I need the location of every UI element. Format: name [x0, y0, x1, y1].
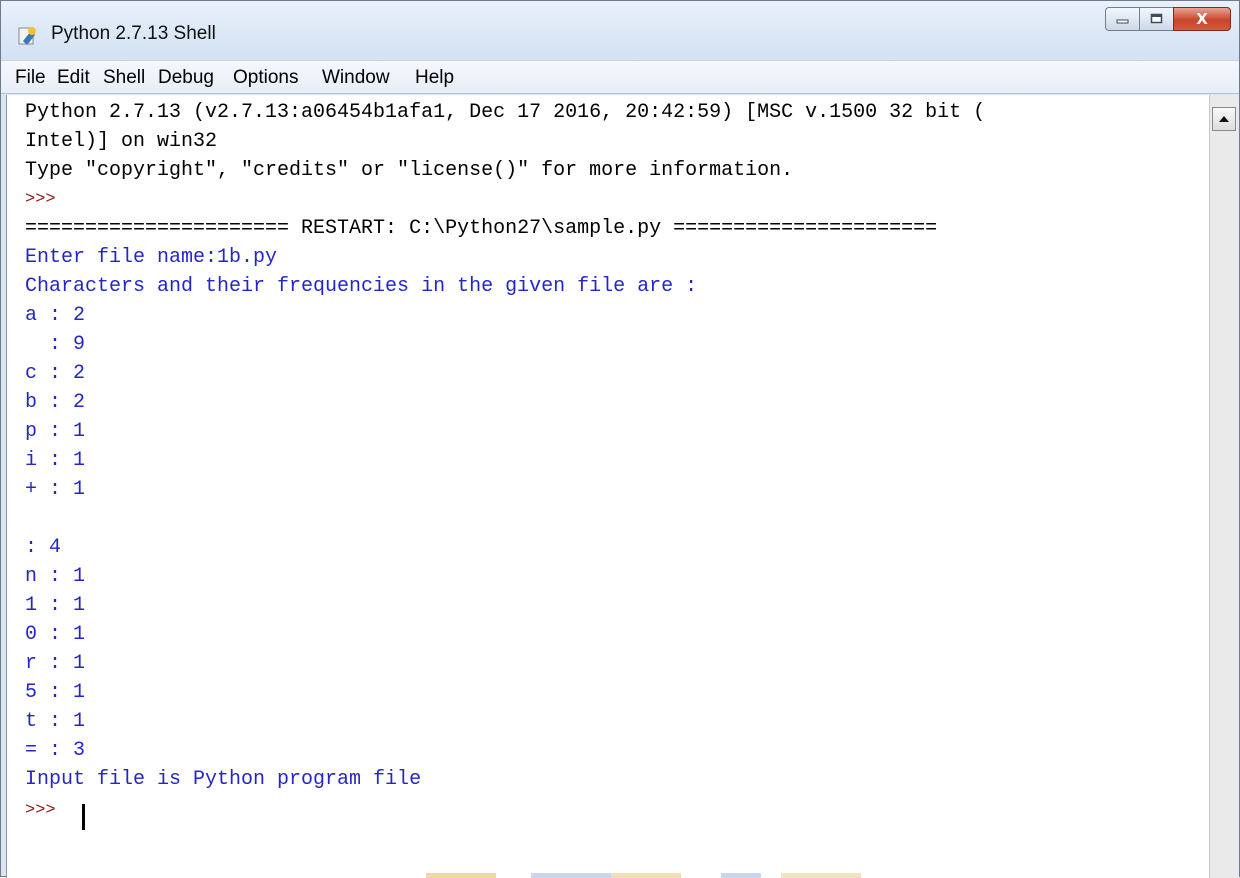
menu-edit[interactable]: Edit: [57, 67, 90, 89]
python-idle-icon: [18, 27, 36, 45]
output-line: b : 2: [25, 391, 86, 414]
close-button[interactable]: X: [1173, 7, 1231, 31]
arrow-up-icon: [1219, 116, 1229, 122]
menu-bar: File Edit Shell Debug Options Window Hel…: [1, 60, 1239, 94]
window-title: Python 2.7.13 Shell: [51, 23, 216, 44]
output-line: p : 1: [25, 420, 86, 443]
output-line: i : 1: [25, 449, 86, 472]
output-line: : 9: [25, 333, 86, 356]
menu-options[interactable]: Options: [233, 67, 298, 89]
shell-prompt: >>>: [25, 190, 66, 209]
menu-help[interactable]: Help: [415, 67, 454, 89]
output-line: Characters and their frequencies in the …: [25, 275, 698, 298]
scroll-up-button[interactable]: [1212, 107, 1236, 131]
output-line: r : 1: [25, 652, 86, 675]
output-line: : 4: [25, 536, 62, 559]
title-bar[interactable]: Python 2.7.13 Shell X: [1, 1, 1239, 59]
output-line: = : 3: [25, 739, 86, 762]
maximize-button[interactable]: [1139, 7, 1173, 31]
maximize-icon: [1150, 13, 1162, 24]
window-controls: X: [1105, 7, 1231, 33]
output-line: 0 : 1: [25, 623, 86, 646]
menu-window[interactable]: Window: [322, 67, 390, 89]
vertical-scrollbar[interactable]: [1209, 95, 1239, 878]
output-line: + : 1: [25, 478, 86, 501]
minimize-button[interactable]: [1105, 7, 1139, 31]
output-line: a : 2: [25, 304, 86, 327]
menu-debug[interactable]: Debug: [158, 67, 214, 89]
menu-file[interactable]: File: [15, 67, 46, 89]
taskbar-fragment: [611, 873, 681, 878]
shell-text-area[interactable]: Python 2.7.13 (v2.7.13:a06454b1afa1, Dec…: [6, 95, 1209, 878]
output-line: t : 1: [25, 710, 86, 733]
output-line: Enter file name:1b.py: [25, 246, 278, 269]
version-banner-line-1: Python 2.7.13 (v2.7.13:a06454b1afa1, Dec…: [25, 101, 986, 124]
close-icon: X: [1196, 10, 1208, 28]
output-line: 5 : 1: [25, 681, 86, 704]
text-cursor: [82, 804, 85, 830]
idle-shell-window: Python 2.7.13 Shell X File Edit Shell De…: [0, 0, 1240, 878]
info-banner-line: Type "copyright", "credits" or "license(…: [25, 159, 794, 182]
restart-line: ====================== RESTART: C:\Pytho…: [25, 217, 938, 240]
menu-shell[interactable]: Shell: [103, 67, 145, 89]
shell-prompt-active: >>>: [25, 801, 66, 820]
taskbar-fragment: [531, 873, 611, 878]
taskbar-fragment: [781, 873, 861, 878]
minimize-icon: [1116, 19, 1128, 24]
version-banner-line-2: Intel)] on win32: [25, 130, 218, 153]
output-line: c : 2: [25, 362, 86, 385]
output-line: 1 : 1: [25, 594, 86, 617]
output-line: n : 1: [25, 565, 86, 588]
taskbar-fragment: [426, 873, 496, 878]
taskbar-fragment: [721, 873, 761, 878]
output-line: Input file is Python program file: [25, 768, 422, 791]
